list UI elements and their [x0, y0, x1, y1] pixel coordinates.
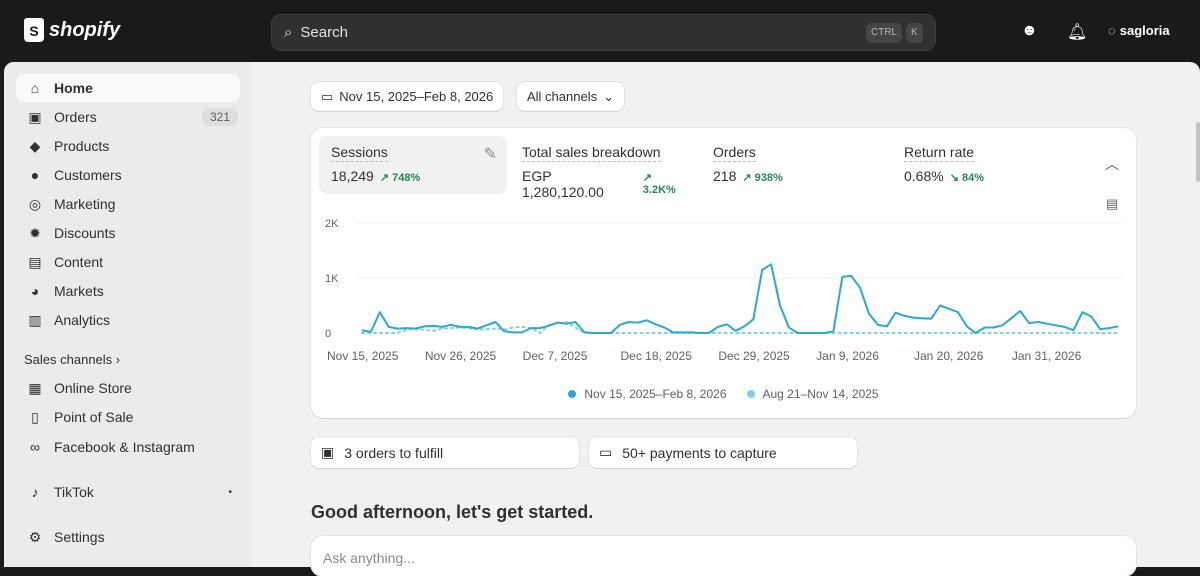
pin-dot-icon: •	[228, 486, 232, 498]
series-current-line	[361, 263, 1119, 334]
x-tick-label: Dec 29, 2025	[718, 349, 790, 363]
ask-anything-input[interactable]: Ask anything...	[311, 536, 1136, 576]
store-avatar-icon: ◌	[1108, 23, 1116, 38]
sidebar-item-products[interactable]: ◆ Products	[16, 132, 240, 160]
chart-legend: Nov 15, 2025–Feb 8, 2026 Aug 21–Nov 14, …	[311, 387, 1136, 401]
content-icon: ▤	[28, 253, 42, 270]
sessions-chart: 0 1K 2K Nov 15, 2025 Nov 26, 2025 Dec 7, 2025…	[325, 218, 1123, 363]
x-tick-label: Dec 7, 2025	[523, 349, 588, 363]
inbox-icon: ▣	[321, 444, 335, 460]
chevron-down-icon: ⌄	[603, 88, 615, 104]
tag-icon: ◆	[29, 137, 41, 154]
sidebar-channel-tiktok[interactable]: ♪ TikTok •	[16, 478, 240, 506]
channel-filter-button[interactable]: All channels ⌄	[517, 82, 625, 111]
x-tick-label: Jan 20, 2026	[914, 349, 984, 363]
calendar-icon: ▭	[321, 88, 334, 104]
sidebar-item-customers[interactable]: ● Customers	[16, 161, 240, 189]
legend-current: Nov 15, 2025–Feb 8, 2026	[568, 387, 727, 401]
shopping-bag-icon: S	[24, 18, 44, 42]
greeting-heading: Good afternoon, let's get started.	[311, 502, 594, 522]
sidebar-item-markets[interactable]: ◕ Markets	[16, 277, 240, 305]
x-tick-label: Dec 18, 2025	[621, 349, 693, 363]
bell-icon[interactable]: 🔔︎	[1067, 22, 1087, 42]
x-tick-label: Nov 26, 2025	[425, 349, 497, 363]
sidebar-channel-online-store[interactable]: ▦ Online Store	[16, 374, 240, 402]
sidebar-item-analytics[interactable]: ▥ Analytics	[16, 306, 240, 334]
sidebar-channel-point-of-sale[interactable]: ▯ Point of Sale	[16, 403, 240, 431]
sidebar-item-discounts[interactable]: ✹ Discounts	[16, 219, 240, 247]
tiktok-icon: ♪	[31, 484, 39, 500]
payments-to-capture-button[interactable]: ▭ 50+ payments to capture	[589, 437, 857, 468]
person-icon: ●	[30, 167, 40, 183]
legend-dot	[746, 390, 755, 398]
sidebar-item-settings[interactable]: ⚙ Settings	[16, 523, 240, 551]
nav-label: TikTok	[54, 484, 94, 500]
search-input[interactable]: ⌕ Search CTRL K	[271, 14, 936, 51]
sidebar: Sales channels › ⌂ Home ▣ Orders 321 ◆ Product…	[4, 62, 252, 567]
kbd-ctrl: CTRL	[866, 23, 903, 43]
y-tick-label: 2K	[325, 218, 339, 230]
x-tick-label: Nov 15, 2025	[327, 349, 399, 363]
nav-label: Content	[54, 254, 104, 270]
orders-count-badge: 321	[201, 108, 238, 126]
legend-previous: Aug 21–Nov 14, 2025	[746, 387, 879, 401]
nav-label: Products	[54, 138, 110, 154]
shopify-logo[interactable]: Sshopify	[24, 18, 120, 42]
nav-label: Markets	[54, 283, 104, 299]
x-tick-label: Jan 31, 2026	[1012, 349, 1082, 363]
sidebar-channel-facebook-instagram[interactable]: ∞ Facebook & Instagram	[16, 433, 240, 461]
bar-chart-icon: ▥	[28, 311, 42, 328]
nav-label: Marketing	[54, 196, 116, 212]
sidekick-icon[interactable]: ☻	[1021, 22, 1038, 40]
gear-icon: ⚙	[28, 528, 42, 545]
y-tick-label: 1K	[325, 273, 339, 285]
sidebar-item-content[interactable]: ▤ Content	[16, 248, 240, 276]
nav-label: Analytics	[54, 312, 111, 328]
sidebar-item-home[interactable]: ⌂ Home	[16, 74, 240, 102]
globe-icon: ◕	[30, 283, 40, 299]
nav-label: Online Store	[54, 380, 132, 396]
sidebar-item-orders[interactable]: ▣ Orders 321	[16, 103, 240, 131]
y-tick-label: 0	[325, 328, 331, 340]
nav-label: Point of Sale	[54, 409, 134, 425]
inbox-icon: ▣	[28, 108, 42, 125]
analytics-card: Sessions ✎ 18,249 ↗ 748% Total sales brea…	[311, 128, 1136, 418]
nav-label: Orders	[54, 109, 97, 125]
kbd-k: K	[906, 23, 923, 43]
search-icon: ⌕	[284, 24, 293, 41]
sales-channels-header[interactable]: Sales channels ›	[24, 352, 120, 367]
meta-icon: ∞	[30, 439, 40, 455]
cash-icon: ▭	[599, 444, 613, 460]
nav-label: Discounts	[54, 225, 116, 241]
sidebar-item-marketing[interactable]: ◎ Marketing	[16, 190, 240, 218]
nav-label: Customers	[54, 167, 122, 183]
discount-icon: ✹	[29, 224, 41, 241]
legend-dot	[568, 390, 577, 398]
store-account-button[interactable]: ◌ sagloria	[1108, 23, 1170, 38]
store-icon: ▦	[28, 379, 42, 396]
orders-to-fulfill-button[interactable]: ▣ 3 orders to fulfill	[311, 437, 579, 468]
pos-icon: ▯	[31, 408, 39, 425]
scrollbar[interactable]	[1196, 122, 1200, 182]
x-tick-label: Jan 9, 2026	[816, 349, 879, 363]
date-range-button[interactable]: ▭ Nov 15, 2025–Feb 8, 2026	[311, 82, 504, 111]
top-bar: Sshopify ⌕ Search CTRL K ☻ 🔔︎ ◌ sagloria	[0, 0, 1200, 62]
nav-label: Facebook & Instagram	[54, 439, 195, 455]
nav-label: Home	[54, 80, 93, 96]
nav-label: Settings	[54, 529, 105, 545]
target-icon: ◎	[28, 195, 42, 212]
home-icon: ⌂	[30, 80, 40, 96]
